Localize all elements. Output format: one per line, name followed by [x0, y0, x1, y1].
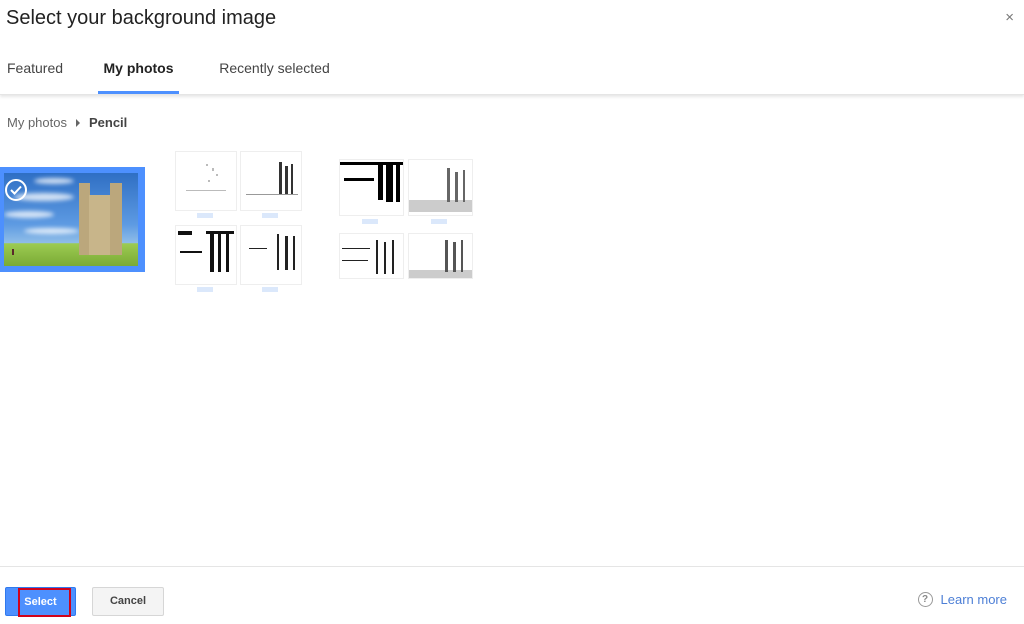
cancel-button[interactable]: Cancel: [92, 587, 164, 616]
learn-more-link[interactable]: ? Learn more: [917, 592, 1007, 607]
pencil-thumb[interactable]: [175, 225, 237, 285]
pencil-thumb[interactable]: [175, 151, 237, 211]
learn-more-label: Learn more: [940, 592, 1007, 607]
thumb-label: [262, 287, 278, 292]
breadcrumb: My photos Pencil: [7, 115, 127, 130]
tab-my-photos[interactable]: My photos: [98, 52, 179, 94]
pencil-thumb[interactable]: [240, 151, 302, 211]
thumb-label: [362, 219, 378, 224]
breadcrumb-arrow-icon: [75, 118, 80, 127]
help-icon: ?: [917, 592, 933, 607]
footer-divider: [0, 566, 1024, 567]
thumb-label: [262, 213, 278, 218]
pencil-thumb[interactable]: [339, 233, 404, 279]
thumb-label: [197, 287, 213, 292]
thumb-label: [431, 219, 447, 224]
selected-check-icon: [5, 179, 27, 201]
thumb-label: [197, 213, 213, 218]
close-icon[interactable]: ×: [1005, 10, 1014, 26]
photo-selected-castle[interactable]: [0, 167, 145, 272]
select-button[interactable]: Select: [5, 587, 76, 617]
highlight-box: [18, 588, 71, 617]
pencil-thumb[interactable]: [408, 233, 473, 279]
breadcrumb-my-photos[interactable]: My photos: [7, 115, 67, 130]
pencil-thumb[interactable]: [339, 159, 404, 216]
dialog-title: Select your background image: [6, 7, 277, 29]
pencil-thumb[interactable]: [240, 225, 302, 285]
dialog-header: Select your background image × Featured …: [0, 0, 1024, 95]
tab-recently-selected[interactable]: Recently selected: [219, 52, 330, 94]
breadcrumb-current: Pencil: [88, 115, 128, 130]
tab-featured[interactable]: Featured: [7, 52, 63, 94]
pencil-thumb[interactable]: [408, 159, 473, 216]
